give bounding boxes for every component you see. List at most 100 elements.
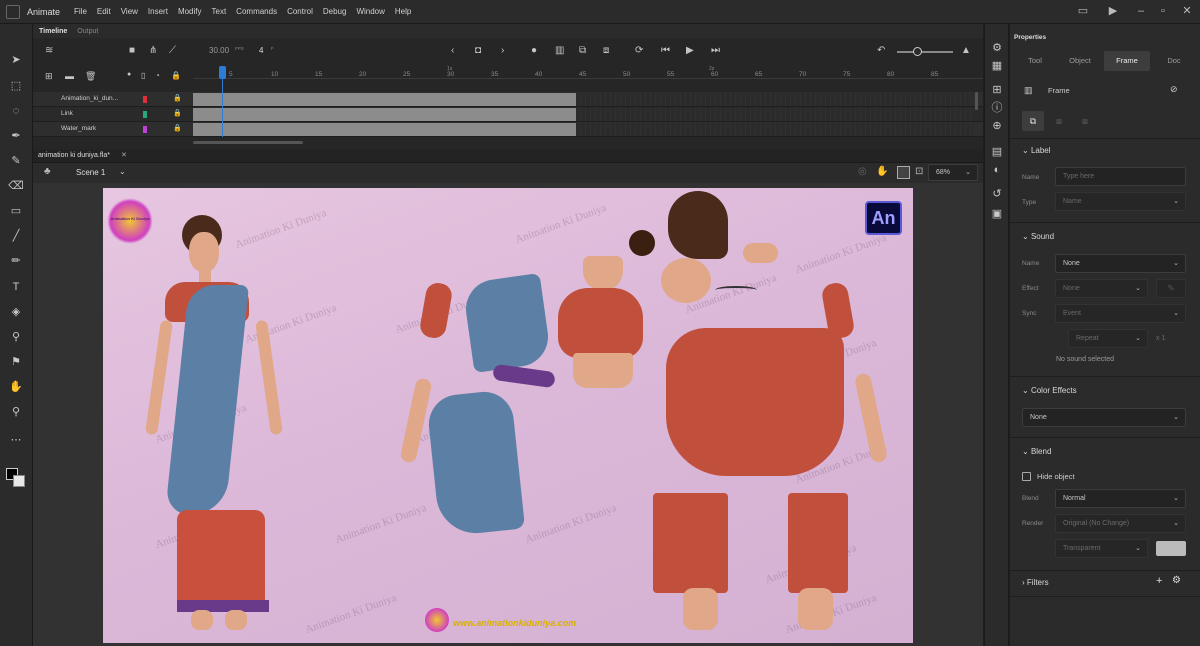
onion-outline-icon[interactable]: ▥ [555,45,564,56]
add-filter-icon[interactable]: + [1156,575,1162,587]
part-feet-left[interactable] [683,588,718,630]
tween-button-shape[interactable]: ⧈ [1074,111,1096,131]
new-folder-icon[interactable]: ▬ [65,71,74,81]
outline-all-icon[interactable]: ▯ [141,71,145,80]
highlight-icon[interactable]: ◔ [155,71,160,80]
menu-edit[interactable]: Edit [97,7,111,16]
eraser-icon[interactable]: ⌫ [8,178,24,194]
empty-frames[interactable] [576,123,973,136]
playhead[interactable] [219,66,226,79]
tab-doc[interactable]: Doc [1154,51,1194,71]
color-effects-header[interactable]: ⌄ Color Effects [1022,386,1077,395]
fit-frames-icon[interactable]: ▲ [961,45,971,56]
part-hair-bun[interactable] [629,230,655,256]
tween-button-active[interactable]: ⧉ [1022,111,1044,131]
part-hair-top[interactable] [668,191,728,259]
part-blouse[interactable] [558,288,643,358]
pencil-icon[interactable]: ✏ [8,253,24,269]
scene-icon[interactable]: ♣ [44,166,51,177]
part-skirt-left[interactable] [653,493,728,593]
properties-panel-icon[interactable]: ⚙ [989,40,1005,56]
timeline-scrollbar[interactable] [193,141,303,144]
label-name-input[interactable]: Type here [1055,167,1186,186]
layer-color-swatch[interactable] [143,126,147,133]
menu-view[interactable]: View [121,7,138,16]
frame-ruler[interactable]: 1s 2s 5 10 15 20 25 30 35 40 45 50 55 60… [193,66,983,79]
edit-multiple-icon[interactable]: ⧉ [579,45,586,56]
menu-debug[interactable]: Debug [323,7,347,16]
next-keyframe-icon[interactable]: › [501,45,504,56]
lasso-icon[interactable]: ◌ [8,103,24,119]
part-neck[interactable] [583,256,623,291]
layer-name[interactable]: Animation_ki_dun... [61,95,118,102]
assets-panel-icon[interactable]: ▣ [989,206,1005,222]
show-all-icon[interactable]: ● [127,71,131,78]
fill-color-swatch[interactable] [13,475,25,487]
frame-zoom-slider[interactable] [897,51,953,53]
pen-brush-icon[interactable]: ✒ [8,128,24,144]
empty-frames[interactable] [576,108,973,121]
timeline-vscrollbar[interactable] [975,92,978,110]
lock-icon[interactable]: 🔒 [173,124,182,132]
sound-effect-dropdown[interactable]: None ⌄ [1055,279,1148,298]
frame-span[interactable] [193,108,576,121]
onion-skin-icon[interactable]: ● [531,45,537,56]
prev-keyframe-icon[interactable]: ‹ [451,45,454,56]
fit-stage-icon[interactable]: ⊡ [915,166,923,177]
new-layer-icon[interactable]: ⊞ [45,71,53,82]
maximize-icon[interactable]: ▫ [1156,4,1170,18]
part-waistband[interactable] [492,363,556,389]
stage-canvas[interactable]: Animation Ki Duniya Animation Ki Duniya … [103,188,913,643]
part-head[interactable] [661,258,711,303]
loop-icon[interactable]: ⟳ [635,45,643,56]
layer-name[interactable]: Link [61,110,73,117]
character-full[interactable] [145,210,283,635]
text-tool-icon[interactable]: T [8,279,24,295]
sound-repeat-count[interactable]: x 1 [1156,335,1165,342]
zoom-icon[interactable]: ⚲ [8,404,24,420]
step-forward-icon[interactable]: ⏭ [711,45,720,56]
frame-zoom-handle[interactable] [913,47,922,56]
part-pleats[interactable] [425,388,526,538]
close-tab-icon[interactable]: ✕ [121,151,127,159]
layers-icon[interactable]: ≋ [45,45,53,56]
pin-icon[interactable]: ⚑ [8,354,24,370]
tab-output[interactable]: Output [77,28,98,35]
render-dropdown[interactable]: Original (No Change) ⌄ [1055,514,1186,533]
clip-icon[interactable] [897,166,910,179]
paint-bucket-icon[interactable]: ◈ [8,304,24,320]
menu-control[interactable]: Control [287,7,313,16]
info-panel-icon[interactable]: ⓘ [989,100,1005,116]
tab-frame[interactable]: Frame [1104,51,1150,71]
layer-row[interactable]: Water_mark 🔒 [33,122,983,137]
part-sleeve-left[interactable] [418,281,454,340]
more-tools-icon[interactable]: ⋯ [8,432,24,448]
graph-icon[interactable]: ⟋ [169,45,176,56]
parenting-icon[interactable]: ⋔ [149,45,157,56]
filters-section-header[interactable]: › Filters [1022,578,1049,587]
swatches-panel-icon[interactable]: ▤ [989,144,1005,160]
hide-object-checkbox[interactable] [1022,472,1031,481]
stage-align-icon[interactable]: ◎ [858,166,867,177]
sound-repeat-dropdown[interactable]: Repeat ⌄ [1068,329,1148,348]
blend-section-header[interactable]: ⌄ Blend [1022,447,1051,456]
part-skirt-top[interactable] [666,328,844,476]
hand-icon[interactable]: ✋ [8,379,24,395]
insert-keyframe-icon[interactable]: ◘ [475,45,481,56]
part-midriff[interactable] [573,353,633,388]
frame-number[interactable]: 4 [259,46,263,55]
align-panel-icon[interactable]: ⊞ [989,82,1005,98]
website-link[interactable]: www.animationkiduniya.com [453,618,576,628]
free-transform-icon[interactable]: ⬚ [8,78,24,94]
layer-row[interactable]: Link 🔒 [33,107,983,122]
sync-icon[interactable]: ⧈ [603,45,609,56]
delete-layer-icon[interactable]: 🗑 [85,71,96,82]
menu-modify[interactable]: Modify [178,7,202,16]
color-effect-dropdown[interactable]: None ⌄ [1022,408,1186,427]
close-icon[interactable]: ✕ [1180,4,1194,18]
edit-sound-icon[interactable]: ✎ [1156,279,1186,298]
chevron-down-icon[interactable]: ⌄ [119,167,126,176]
part-lips[interactable] [743,243,778,263]
part-feet-right[interactable] [798,588,833,630]
test-movie-icon[interactable]: ▶ [1106,4,1120,18]
